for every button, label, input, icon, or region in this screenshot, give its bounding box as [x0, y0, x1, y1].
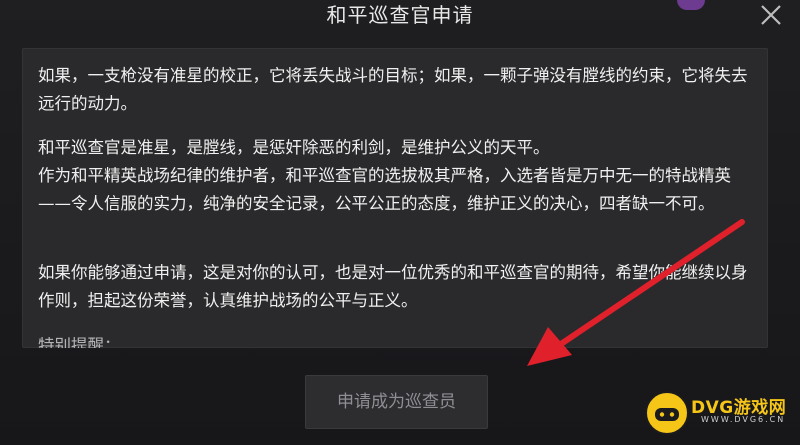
dvg-watermark: DVG游戏网 WWW.DVG6.CN	[643, 385, 795, 440]
dialog-title: 和平巡查官申请	[326, 3, 474, 27]
rules-text-panel[interactable]: 如果，一支枪没有准星的校正，它将丢失战斗的目标；如果，一颗子弹没有膛线的约束，它…	[22, 48, 768, 348]
paragraph-intro: 如果，一支枪没有准星的校正，它将丢失战斗的目标；如果，一颗子弹没有膛线的约束，它…	[38, 66, 748, 113]
dialog: 和平巡查官申请 如果，一支枪没有准星的校正，它将丢失战斗的目标；如果，一颗子弹没…	[0, 0, 800, 445]
paragraph-reminder: 特别提醒：	[38, 336, 121, 348]
paragraph-description: 和平巡查官是准星，是膛线，是惩奸除恶的利剑，是维护公义的天平。 作为和平精英战场…	[38, 138, 731, 213]
close-icon[interactable]	[758, 2, 784, 28]
apply-inspector-button[interactable]: 申请成为巡查员	[305, 375, 488, 429]
paragraph-expectation: 如果你能够通过申请，这是对你的认可，也是对一位优秀的和平巡查官的期待，希望你能继…	[38, 263, 748, 310]
watermark-url: WWW.DVG6.CN	[701, 415, 786, 424]
logo-icon	[645, 391, 689, 435]
